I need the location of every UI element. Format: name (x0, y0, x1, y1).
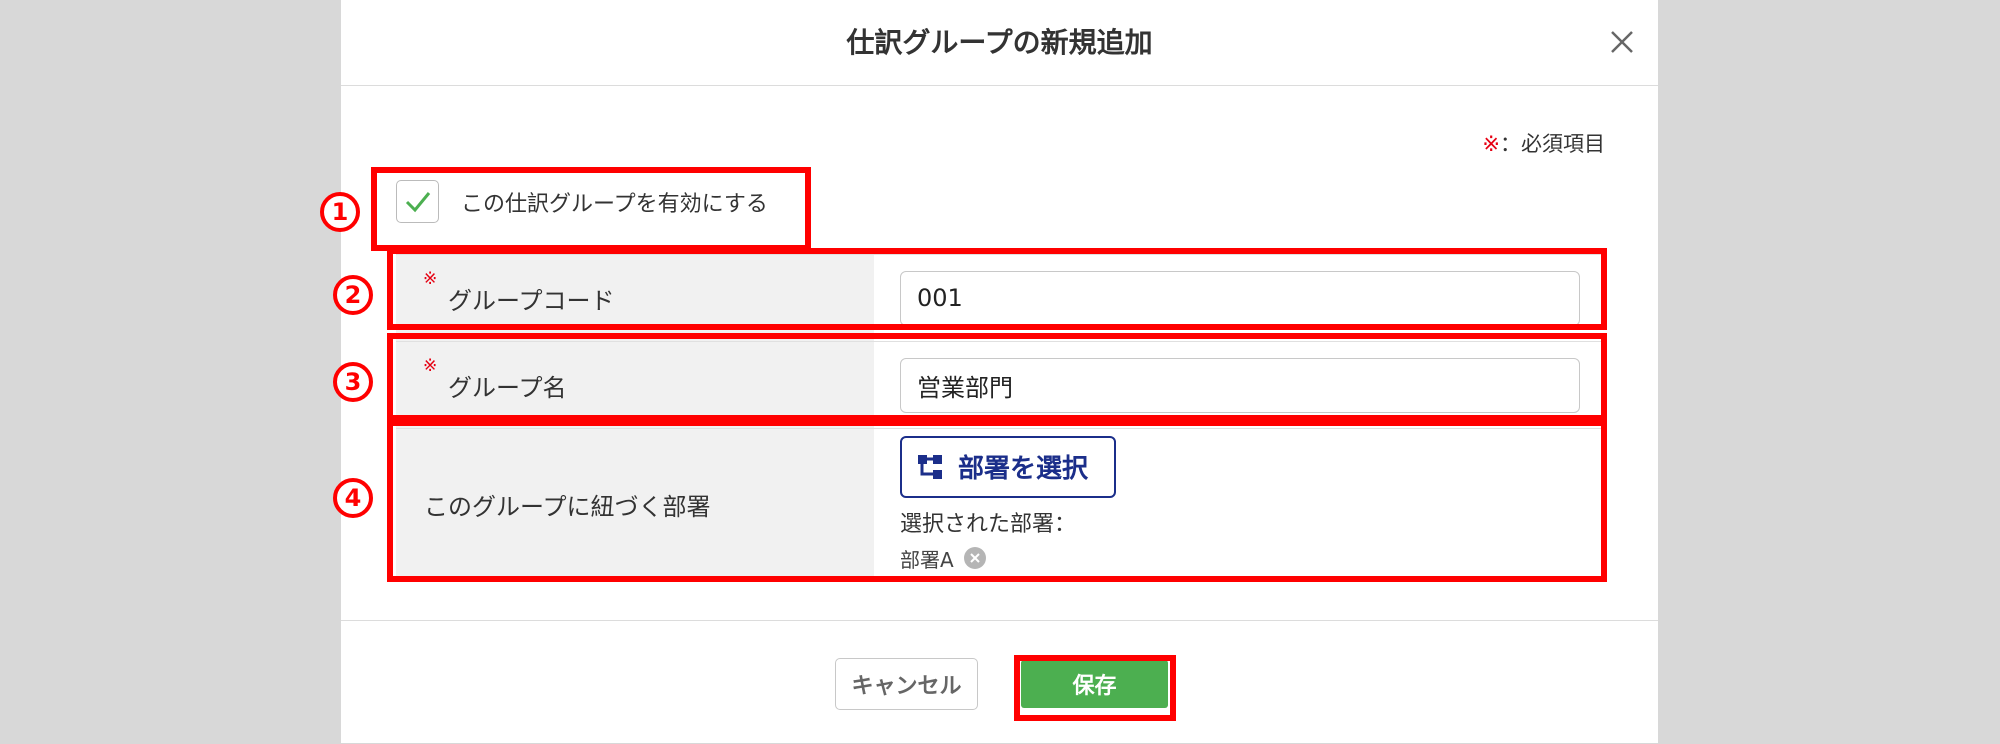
annotation-number-1: 1 (320, 192, 360, 232)
annotation-number-4: 4 (333, 478, 373, 518)
modal-dialog: 仕訳グループの新規追加 ※：必須項目 この仕訳グループを有効にする ※ グループ… (341, 0, 1658, 743)
group-name-row: ※ グループ名 (396, 342, 1607, 429)
department-label-cell: このグループに紐づく部署 (396, 429, 874, 579)
enable-group-row: この仕訳グループを有効にする (396, 180, 768, 223)
department-chip: 部署A (900, 544, 986, 573)
required-mark: ※ (423, 269, 438, 289)
group-code-label: グループコード (448, 286, 615, 315)
department-row: このグループに紐づく部署 部署を選択 選択された部署： 部署A (396, 429, 1607, 580)
org-tree-icon (918, 454, 942, 479)
dialog-title: 仕訳グループの新規追加 (846, 26, 1153, 59)
check-icon (405, 191, 430, 212)
group-name-label-cell: ※ グループ名 (396, 342, 874, 428)
required-note-text: ：必須項目 (1500, 132, 1605, 156)
group-code-field-cell (874, 255, 1607, 341)
required-note: ※：必須項目 (1482, 128, 1605, 158)
save-button[interactable]: 保存 (1021, 660, 1168, 708)
group-name-input[interactable] (900, 357, 1580, 413)
group-code-row: ※ グループコード (396, 255, 1607, 342)
select-department-button[interactable]: 部署を選択 (900, 435, 1117, 498)
close-icon[interactable] (1602, 22, 1642, 62)
department-chip-label: 部署A (900, 547, 954, 572)
enable-checkbox[interactable] (396, 180, 439, 223)
annotation-number-3: 3 (333, 362, 373, 402)
selected-departments-label: 選択された部署： (900, 511, 1077, 537)
annotation-number-2: 2 (333, 275, 373, 315)
select-department-label: 部署を選択 (958, 454, 1089, 484)
form-table: ※ グループコード ※ グループ名 このグループに紐づく部署 (396, 254, 1607, 580)
department-field-cell: 部署を選択 選択された部署： 部署A (874, 429, 1607, 579)
group-code-input[interactable] (900, 270, 1580, 326)
enable-checkbox-label: この仕訳グループを有効にする (461, 191, 768, 217)
group-name-label: グループ名 (448, 373, 567, 402)
department-label: このグループに紐づく部署 (424, 492, 711, 521)
dialog-footer: キャンセル 保存 (341, 620, 1658, 744)
dialog-header: 仕訳グループの新規追加 (341, 0, 1658, 86)
required-mark: ※ (1482, 132, 1500, 156)
group-name-field-cell (874, 342, 1607, 428)
group-code-label-cell: ※ グループコード (396, 255, 874, 341)
cancel-button[interactable]: キャンセル (835, 658, 978, 710)
remove-chip-icon[interactable] (963, 547, 986, 569)
required-mark: ※ (423, 356, 438, 376)
